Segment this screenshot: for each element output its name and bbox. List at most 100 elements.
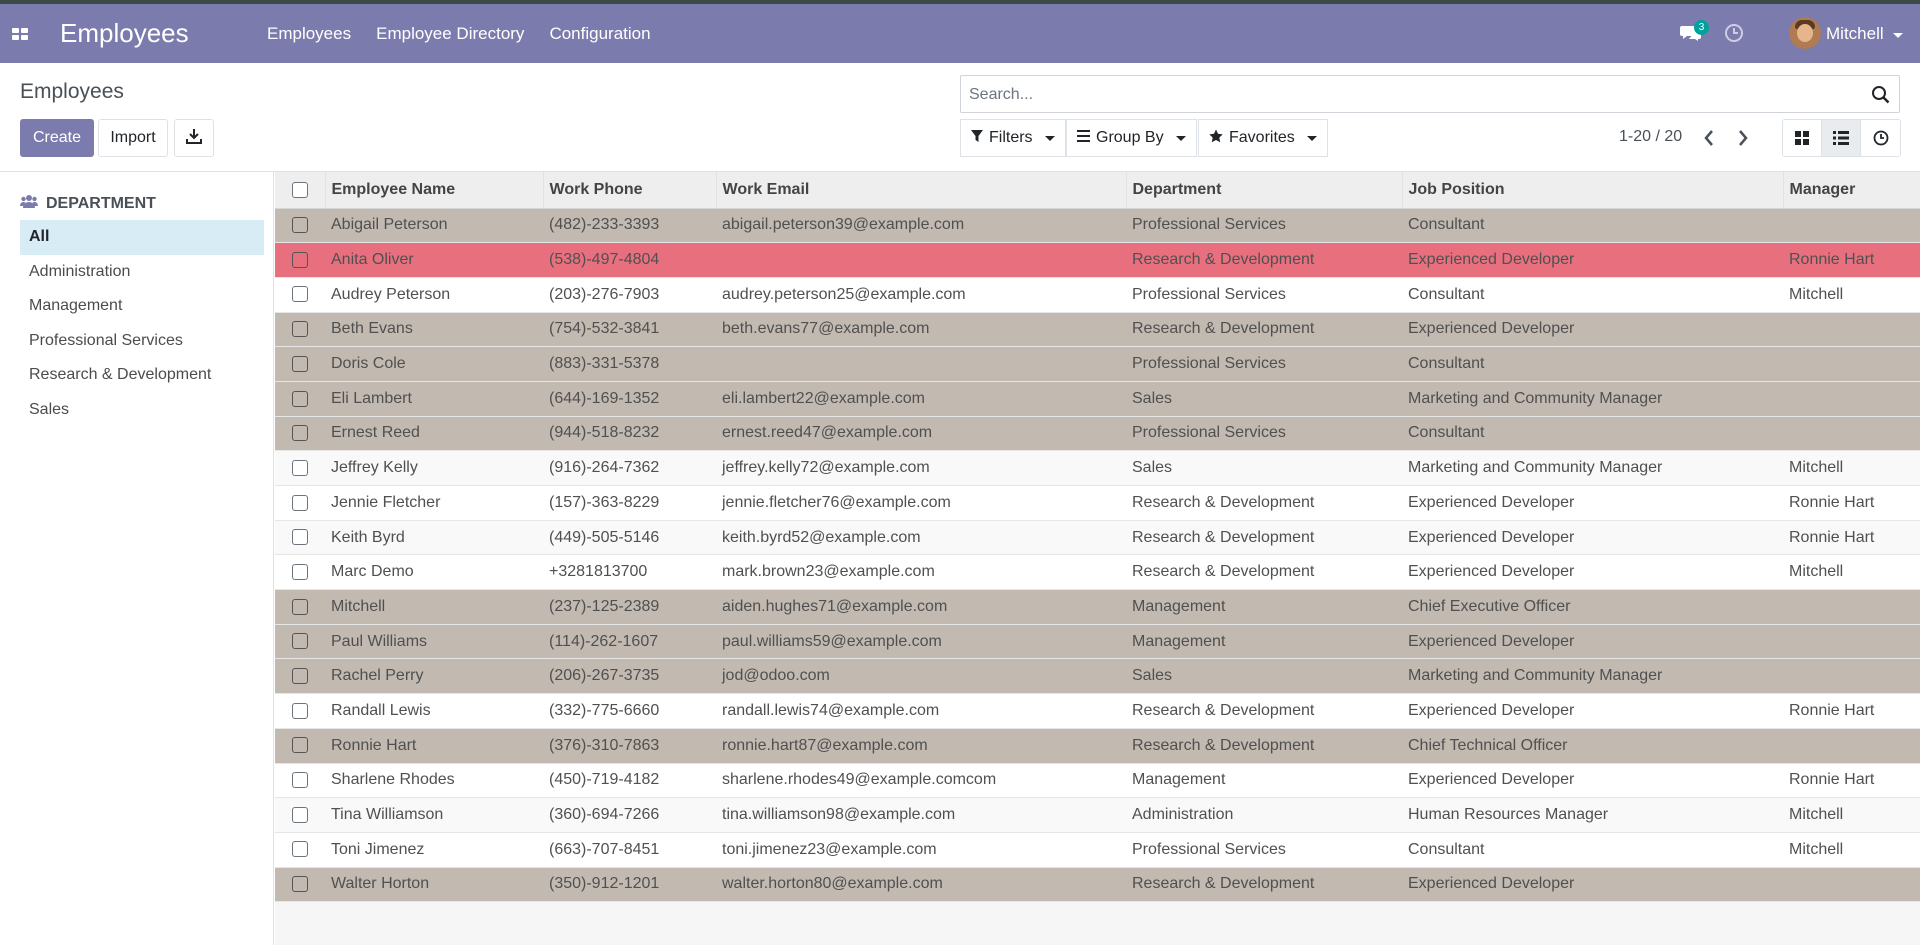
row-checkbox[interactable] [292,633,308,650]
cell-employee-name[interactable]: Jeffrey Kelly [325,450,543,486]
row-checkbox[interactable] [292,286,308,303]
cell-work-phone[interactable]: (203)-276-7903 [543,277,716,313]
cell-work-phone[interactable]: (754)-532-3841 [543,312,716,348]
cell-work-phone[interactable]: (376)-310-7863 [543,728,716,764]
row-checkbox[interactable] [292,876,308,893]
row-checkbox[interactable] [292,598,308,615]
cell-work-email[interactable]: jennie.fletcher76@example.com [716,485,1126,521]
cell-job-position[interactable]: Experienced Developer [1402,554,1783,591]
table-row[interactable]: Jeffrey Kelly (916)-264-7362 jeffrey.kelly… [275,450,1920,486]
cell-employee-name[interactable]: Keith Byrd [325,520,543,556]
cell-job-position[interactable]: Chief Technical Officer [1402,728,1783,764]
cell-department[interactable]: Research & Development [1126,520,1402,556]
row-checkbox[interactable] [292,702,308,719]
favorites-dropdown[interactable]: Favorites [1198,119,1328,157]
activity-view-icon[interactable] [1861,120,1900,156]
table-row[interactable]: Paul Williams (114)-262-1607 paul.williams… [275,624,1920,660]
chevron-left-icon[interactable] [1699,127,1719,149]
cell-department[interactable]: Management [1126,624,1402,660]
table-row[interactable]: Eli Lambert (644)-169-1352 eli.lambert22@e… [275,381,1920,417]
cell-manager[interactable] [1783,416,1920,452]
row-checkbox[interactable] [292,529,308,546]
cell-department[interactable]: Professional Services [1126,208,1402,244]
cell-work-email[interactable]: walter.horton80@example.com [716,867,1126,903]
apps-icon[interactable] [12,28,28,40]
row-checkbox[interactable] [292,668,308,685]
row-checkbox[interactable] [292,321,308,338]
cell-department[interactable]: Management [1126,763,1402,799]
cell-work-phone[interactable]: (663)-707-8451 [543,832,716,868]
cell-manager[interactable] [1783,208,1920,244]
cell-work-phone[interactable]: (482)-233-3393 [543,208,716,244]
cell-job-position[interactable]: Marketing and Community Manager [1402,450,1783,486]
cell-work-email[interactable]: abigail.peterson39@example.com [716,208,1126,244]
cell-job-position[interactable]: Experienced Developer [1402,242,1783,278]
nav-configuration[interactable]: Configuration [549,24,650,44]
avatar[interactable] [1789,17,1821,49]
cell-work-phone[interactable]: (449)-505-5146 [543,520,716,556]
cell-employee-name[interactable]: Tina Williamson [325,797,543,833]
cell-employee-name[interactable]: Paul Williams [325,624,543,660]
cell-department[interactable]: Research & Development [1126,728,1402,764]
groupby-dropdown[interactable]: Group By [1066,119,1197,157]
cell-employee-name[interactable]: Abigail Peterson [325,208,543,244]
cell-department[interactable]: Administration [1126,797,1402,833]
column-header-employee-name[interactable]: Employee Name [325,172,544,209]
cell-job-position[interactable]: Marketing and Community Manager [1402,381,1783,417]
cell-work-email[interactable] [716,242,1126,278]
nav-employee-directory[interactable]: Employee Directory [376,24,524,44]
cell-job-position[interactable]: Experienced Developer [1402,624,1783,660]
cell-work-email[interactable]: jeffrey.kelly72@example.com [716,450,1126,486]
cell-employee-name[interactable]: Audrey Peterson [325,277,543,313]
cell-employee-name[interactable]: Eli Lambert [325,381,543,417]
filters-dropdown[interactable]: Filters [960,119,1066,157]
cell-work-phone[interactable]: (206)-267-3735 [543,658,716,695]
row-checkbox[interactable] [292,494,308,511]
cell-manager[interactable] [1783,312,1920,348]
cell-manager[interactable] [1783,728,1920,764]
cell-employee-name[interactable]: Anita Oliver [325,242,543,278]
cell-manager[interactable]: Mitchell [1783,832,1920,868]
cell-employee-name[interactable]: Ronnie Hart [325,728,543,764]
column-header-job-position[interactable]: Job Position [1402,172,1784,209]
row-checkbox[interactable] [292,737,308,754]
row-checkbox[interactable] [292,772,308,789]
table-row[interactable]: Walter Horton (350)-912-1201 walter.horton… [275,867,1920,903]
row-checkbox[interactable] [292,806,308,823]
table-row[interactable]: Jennie Fletcher (157)-363-8229 jennie.flet… [275,485,1920,521]
cell-manager[interactable] [1783,624,1920,660]
row-checkbox[interactable] [292,217,308,234]
column-header-manager[interactable]: Manager [1783,172,1920,209]
table-row[interactable]: Beth Evans (754)-532-3841 beth.evans77@exa… [275,312,1920,348]
select-all-checkbox[interactable] [291,181,308,198]
column-header-work-phone[interactable]: Work Phone [543,172,717,209]
cell-department[interactable]: Research & Development [1126,693,1402,729]
list-view-icon[interactable] [1822,120,1861,156]
cell-work-email[interactable] [716,346,1126,382]
cell-manager[interactable]: Mitchell [1783,277,1920,313]
cell-job-position[interactable]: Consultant [1402,832,1783,868]
cell-department[interactable]: Sales [1126,381,1402,417]
cell-work-email[interactable]: audrey.peterson25@example.com [716,277,1126,313]
table-row[interactable]: Audrey Peterson (203)-276-7903 audrey.pete… [275,277,1920,313]
cell-department[interactable]: Research & Development [1126,242,1402,278]
cell-work-phone[interactable]: (360)-694-7266 [543,797,716,833]
cell-job-position[interactable]: Experienced Developer [1402,867,1783,903]
cell-work-email[interactable]: aiden.hughes71@example.com [716,589,1126,625]
cell-manager[interactable]: Ronnie Hart [1783,242,1920,278]
cell-work-phone[interactable]: (944)-518-8232 [543,416,716,452]
cell-job-position[interactable]: Human Resources Manager [1402,797,1783,833]
cell-work-email[interactable]: eli.lambert22@example.com [716,381,1126,417]
department-item-administration[interactable]: Administration [20,255,264,290]
cell-manager[interactable] [1783,381,1920,417]
cell-job-position[interactable]: Experienced Developer [1402,485,1783,521]
department-item-sales[interactable]: Sales [20,393,264,428]
cell-work-phone[interactable]: (644)-169-1352 [543,381,716,417]
cell-employee-name[interactable]: Toni Jimenez [325,832,543,868]
cell-work-phone[interactable]: (916)-264-7362 [543,450,716,486]
cell-manager[interactable]: Mitchell [1783,797,1920,833]
cell-department[interactable]: Professional Services [1126,277,1402,313]
cell-department[interactable]: Research & Development [1126,485,1402,521]
row-checkbox[interactable] [292,841,308,858]
cell-job-position[interactable]: Marketing and Community Manager [1402,658,1783,695]
